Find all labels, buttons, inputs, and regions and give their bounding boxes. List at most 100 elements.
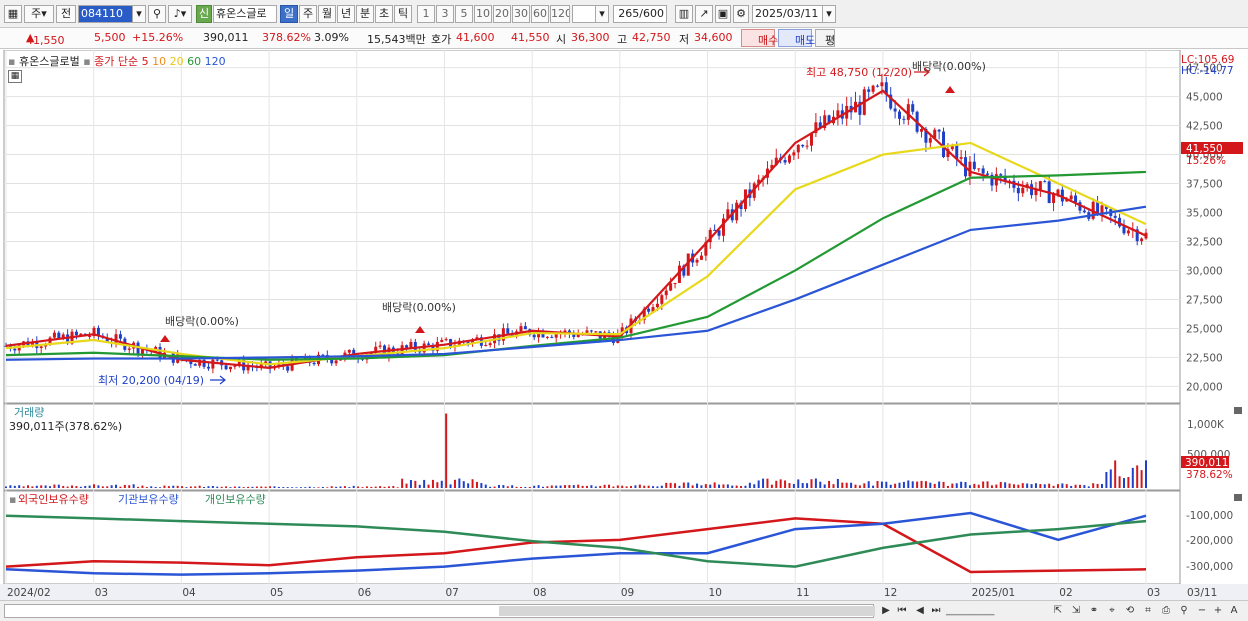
volume-bar xyxy=(1078,484,1081,488)
eval-button[interactable]: 평 xyxy=(815,29,835,47)
volume-bar xyxy=(1114,460,1117,488)
scroll-start-icon[interactable]: ⏮ xyxy=(894,603,910,619)
bid-value: 41,550 xyxy=(511,31,550,44)
current-price: 41,550 ▲ xyxy=(26,31,65,47)
candle-body xyxy=(550,336,554,338)
tool-snap-icon[interactable]: ⌗ xyxy=(1140,603,1156,619)
interval-3[interactable]: 3 xyxy=(436,5,454,23)
tab-minute[interactable]: 분 xyxy=(356,5,374,23)
draw-tool-icon[interactable]: ↗ xyxy=(695,5,713,23)
volume-bar xyxy=(766,478,769,488)
stock-legend-name: 휴온스글로벌 xyxy=(18,55,80,68)
volume-bar xyxy=(44,485,47,488)
tab-month[interactable]: 월 xyxy=(318,5,336,23)
price-y-axis: 20,000 22,500 25,000 27,500 30,000 32,500 35,0… xyxy=(1186,63,1223,394)
drawing-tools-strip[interactable]: ▁▁▁▁▁▁▁ xyxy=(946,603,1041,619)
volume-panel-close-icon[interactable] xyxy=(1234,407,1242,414)
price-y-tick: 35,000 xyxy=(1186,208,1223,220)
scrollbar-thumb[interactable] xyxy=(499,606,875,616)
interval-60[interactable]: 60 xyxy=(531,5,549,23)
tool-fit-icon[interactable]: ⇲ xyxy=(1068,603,1084,619)
interval-dropdown-icon[interactable]: ▾ xyxy=(595,5,609,23)
stock-name-field[interactable]: 휴온스글로 xyxy=(213,5,277,23)
date-picker-icon[interactable]: ▾ xyxy=(822,5,836,23)
flow-legend-foreign: 외국인보유수량 xyxy=(18,493,89,506)
interval-1[interactable]: 1 xyxy=(417,5,435,23)
speaker-icon[interactable]: ♪▾ xyxy=(168,5,192,23)
volume-bar xyxy=(524,487,527,488)
gear-icon[interactable]: ⚙ xyxy=(733,5,749,23)
volume-bar xyxy=(986,481,989,488)
volume-bar xyxy=(361,487,364,488)
tab-second[interactable]: 초 xyxy=(375,5,393,23)
volume-bar xyxy=(709,484,712,488)
tab-week[interactable]: 주 xyxy=(299,5,317,23)
volume-bar xyxy=(449,484,452,488)
volume-bar xyxy=(379,486,382,488)
interval-5[interactable]: 5 xyxy=(455,5,473,23)
scroll-forward-icon[interactable]: ⏭ xyxy=(928,603,944,619)
mode-select[interactable]: 전 xyxy=(56,5,76,23)
interval-10[interactable]: 10 xyxy=(474,5,492,23)
buy-button[interactable]: 매수 xyxy=(741,29,778,47)
candle-body xyxy=(977,168,981,170)
volume-bar xyxy=(784,480,787,488)
tool-reset-icon[interactable]: ⟲ xyxy=(1122,603,1138,619)
zoom-out-icon[interactable]: − xyxy=(1194,603,1210,619)
price-y-tick: 20,000 xyxy=(1186,381,1223,393)
tab-tick[interactable]: 틱 xyxy=(394,5,412,23)
volume-bar xyxy=(49,486,52,488)
tool-zoom-icon[interactable]: ⇱ xyxy=(1050,603,1066,619)
volume-bar xyxy=(581,485,584,488)
price-y-tick: 45,000 xyxy=(1186,92,1223,104)
flow-tick-300k: -300,000 xyxy=(1186,561,1233,573)
candle-body xyxy=(206,366,210,369)
sell-button[interactable]: 매도 xyxy=(778,29,815,47)
interval-20[interactable]: 20 xyxy=(493,5,511,23)
zoom-in-icon[interactable]: + xyxy=(1210,603,1226,619)
code-dropdown-icon[interactable]: ▾ xyxy=(132,5,146,23)
volume-bar xyxy=(436,482,439,488)
x-axis-tick: 08 xyxy=(533,587,546,599)
count-input[interactable]: 265/600 xyxy=(613,5,667,23)
chart-toolbar: ▦ 주▾ 전 084110 ▾ ⚲ ♪▾ 신 휴온스글로 일 주 월 년 분 초… xyxy=(0,0,1248,28)
period-select[interactable]: 주▾ xyxy=(24,5,54,23)
scroll-right-icon[interactable]: ▶ xyxy=(878,603,894,619)
flow-panel-close-icon[interactable] xyxy=(1234,494,1242,501)
candle-body xyxy=(787,155,791,163)
volume-bar xyxy=(1096,483,1099,488)
volume-bar xyxy=(511,485,514,488)
scroll-back-icon[interactable]: ◀ xyxy=(912,603,928,619)
grid-toggle-icon[interactable]: ▦ xyxy=(8,70,22,83)
volume-bar xyxy=(828,480,831,488)
open-label: 시 xyxy=(556,33,567,46)
chart-menu-icon[interactable]: ▦ xyxy=(4,5,22,23)
volume-bar xyxy=(383,486,386,488)
tool-range-icon[interactable]: ⌖ xyxy=(1104,603,1120,619)
stock-code-value: 084110 xyxy=(81,7,123,20)
interval-120-label: 120 xyxy=(551,7,570,20)
volume-bar xyxy=(414,480,417,488)
volume-bar xyxy=(167,486,170,488)
save-icon[interactable]: ▣ xyxy=(715,5,731,23)
candle-body xyxy=(215,359,219,361)
indicator-icon[interactable]: ▥ xyxy=(675,5,693,23)
tool-link-icon[interactable]: ⚭ xyxy=(1086,603,1102,619)
chart-canvas[interactable]: 20,000 22,500 25,000 27,500 30,000 32,500 35,0… xyxy=(0,50,1248,601)
search-icon[interactable]: ⚲ xyxy=(148,5,166,23)
search-zoom-icon[interactable]: ⚲ xyxy=(1176,603,1192,619)
volume-bar xyxy=(616,485,619,488)
volume-bar xyxy=(933,483,936,488)
ma-legend-120: 120 xyxy=(204,55,226,68)
tab-day[interactable]: 일 xyxy=(280,5,298,23)
interval-120[interactable]: 120 xyxy=(550,5,570,23)
tab-year[interactable]: 년 xyxy=(337,5,355,23)
font-size-icon[interactable]: A xyxy=(1226,603,1242,619)
tool-print-icon[interactable]: ⎙ xyxy=(1158,603,1174,619)
volume-bar xyxy=(1131,467,1134,488)
chart-scrollbar[interactable] xyxy=(4,604,875,618)
volume-bar xyxy=(1056,484,1059,488)
volume-bar xyxy=(225,486,228,488)
interval-30[interactable]: 30 xyxy=(512,5,530,23)
volume-bar xyxy=(779,479,782,488)
